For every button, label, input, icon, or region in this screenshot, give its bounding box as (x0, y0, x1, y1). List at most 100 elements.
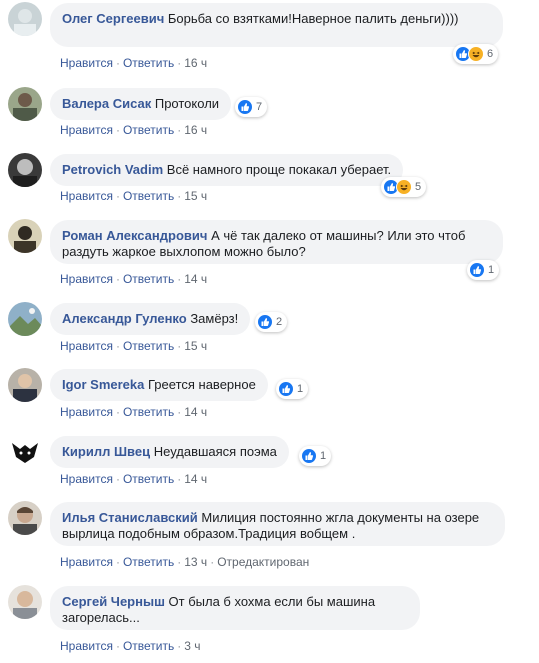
timestamp[interactable]: 14 ч (184, 405, 207, 419)
timestamp[interactable]: 14 ч (184, 272, 207, 286)
comment-author[interactable]: Илья Станиславский (62, 510, 198, 525)
reaction-summary[interactable]: 1 (276, 379, 309, 399)
comment-bubble: Сергей Черныш От была б хохма если бы ма… (50, 586, 420, 630)
like-link[interactable]: Нравится (60, 555, 113, 569)
comment-actions: Нравится · Ответить · 3 ч (60, 639, 201, 653)
comment-author[interactable]: Валера Сисак (62, 96, 151, 111)
like-link[interactable]: Нравится (60, 56, 113, 70)
separator: · (177, 639, 182, 653)
comment-text: Протоколи (154, 96, 220, 111)
comment-bubble: Кирилл Швец Неудавшаяся поэма (50, 436, 289, 468)
like-icon (237, 99, 253, 115)
reaction-count: 1 (488, 264, 495, 276)
timestamp[interactable]: 16 ч (184, 56, 207, 70)
reaction-count: 1 (297, 383, 304, 395)
like-link[interactable]: Нравится (60, 123, 113, 137)
comment-bubble: Petrovich Vadim Всё намного проще покака… (50, 154, 404, 186)
like-icon (301, 448, 317, 464)
comment-actions: Нравится · Ответить · 13 ч · Отредактирован (60, 555, 309, 569)
reply-link[interactable]: Ответить (123, 56, 174, 70)
reply-link[interactable]: Ответить (123, 555, 174, 569)
comment-text: Неудавшаяся поэма (153, 444, 277, 459)
reply-link[interactable]: Ответить (123, 405, 174, 419)
like-link[interactable]: Нравится (60, 272, 113, 286)
comment-author[interactable]: Александр Гуленко (62, 311, 187, 326)
like-icon (257, 314, 273, 330)
separator: · (115, 56, 120, 70)
reaction-summary[interactable]: 1 (299, 446, 332, 466)
reply-link[interactable]: Ответить (123, 272, 174, 286)
comment-text: Греется наверное (148, 377, 256, 392)
separator: · (177, 272, 182, 286)
comment-actions: Нравится · Ответить · 15 ч (60, 189, 207, 203)
avatar[interactable] (8, 2, 42, 36)
timestamp[interactable]: 3 ч (184, 639, 200, 653)
reaction-summary[interactable]: 2 (255, 312, 288, 332)
comment-actions: Нравится · Ответить · 14 ч (60, 405, 207, 419)
separator: · (115, 472, 120, 486)
timestamp[interactable]: 15 ч (184, 339, 207, 353)
separator: · (177, 189, 182, 203)
comment-author[interactable]: Igor Smereka (62, 377, 144, 392)
separator: · (115, 339, 120, 353)
comment-author[interactable]: Сергей Черныш (62, 594, 165, 609)
separator: · (115, 189, 120, 203)
separator: · (115, 405, 120, 419)
reaction-summary[interactable]: 7 (235, 97, 268, 117)
reply-link[interactable]: Ответить (123, 123, 174, 137)
timestamp[interactable]: 13 ч (184, 555, 207, 569)
avatar[interactable] (8, 368, 42, 402)
reaction-summary[interactable]: 6 (453, 44, 499, 64)
reaction-summary[interactable]: 5 (381, 177, 427, 197)
separator: · (177, 56, 182, 70)
reaction-count: 6 (487, 48, 494, 60)
comment-author[interactable]: Petrovich Vadim (62, 162, 163, 177)
comment-author[interactable]: Олег Сергеевич (62, 11, 164, 26)
avatar[interactable] (8, 219, 42, 253)
like-link[interactable]: Нравится (60, 472, 113, 486)
reply-link[interactable]: Ответить (123, 472, 174, 486)
separator: · (177, 123, 182, 137)
reply-link[interactable]: Ответить (123, 339, 174, 353)
separator: · (177, 472, 182, 486)
comment-author[interactable]: Кирилл Швец (62, 444, 150, 459)
avatar[interactable] (8, 87, 42, 121)
separator: · (177, 555, 182, 569)
like-link[interactable]: Нравится (60, 189, 113, 203)
separator: · (115, 639, 120, 653)
like-link[interactable]: Нравится (60, 339, 113, 353)
reply-link[interactable]: Ответить (123, 189, 174, 203)
comment-author[interactable]: Роман Александрович (62, 228, 207, 243)
comment-text: Борьба со взятками!Наверное палить деньг… (167, 11, 459, 26)
avatar[interactable] (8, 501, 42, 535)
like-icon (278, 381, 294, 397)
comment-bubble: Роман Александрович А чё так далеко от м… (50, 220, 503, 264)
comment-bubble: Igor Smereka Греется наверное (50, 369, 268, 401)
separator: · (115, 555, 120, 569)
reaction-summary[interactable]: 1 (467, 260, 500, 280)
avatar[interactable] (8, 153, 42, 187)
like-link[interactable]: Нравится (60, 639, 113, 653)
timestamp[interactable]: 16 ч (184, 123, 207, 137)
timestamp[interactable]: 15 ч (184, 189, 207, 203)
like-icon (469, 262, 485, 278)
separator: · (115, 123, 120, 137)
comment-bubble: Александр Гуленко Замёрз! (50, 303, 251, 335)
edited-label[interactable]: Отредактирован (217, 555, 309, 569)
avatar[interactable] (8, 435, 42, 469)
comment-bubble: Олег Сергеевич Борьба со взятками!Наверн… (50, 3, 503, 47)
comment-bubble: Валера Сисак Протоколи (50, 88, 232, 120)
avatar[interactable] (8, 302, 42, 336)
separator: · (177, 339, 182, 353)
reaction-count: 7 (256, 101, 263, 113)
reaction-count: 2 (276, 316, 283, 328)
avatar[interactable] (8, 585, 42, 619)
reaction-count: 5 (415, 181, 422, 193)
separator: · (115, 272, 120, 286)
separator: · (210, 555, 215, 569)
like-link[interactable]: Нравится (60, 405, 113, 419)
timestamp[interactable]: 14 ч (184, 472, 207, 486)
reply-link[interactable]: Ответить (123, 639, 174, 653)
comment-actions: Нравится · Ответить · 14 ч (60, 472, 207, 486)
comment-actions: Нравится · Ответить · 15 ч (60, 339, 207, 353)
